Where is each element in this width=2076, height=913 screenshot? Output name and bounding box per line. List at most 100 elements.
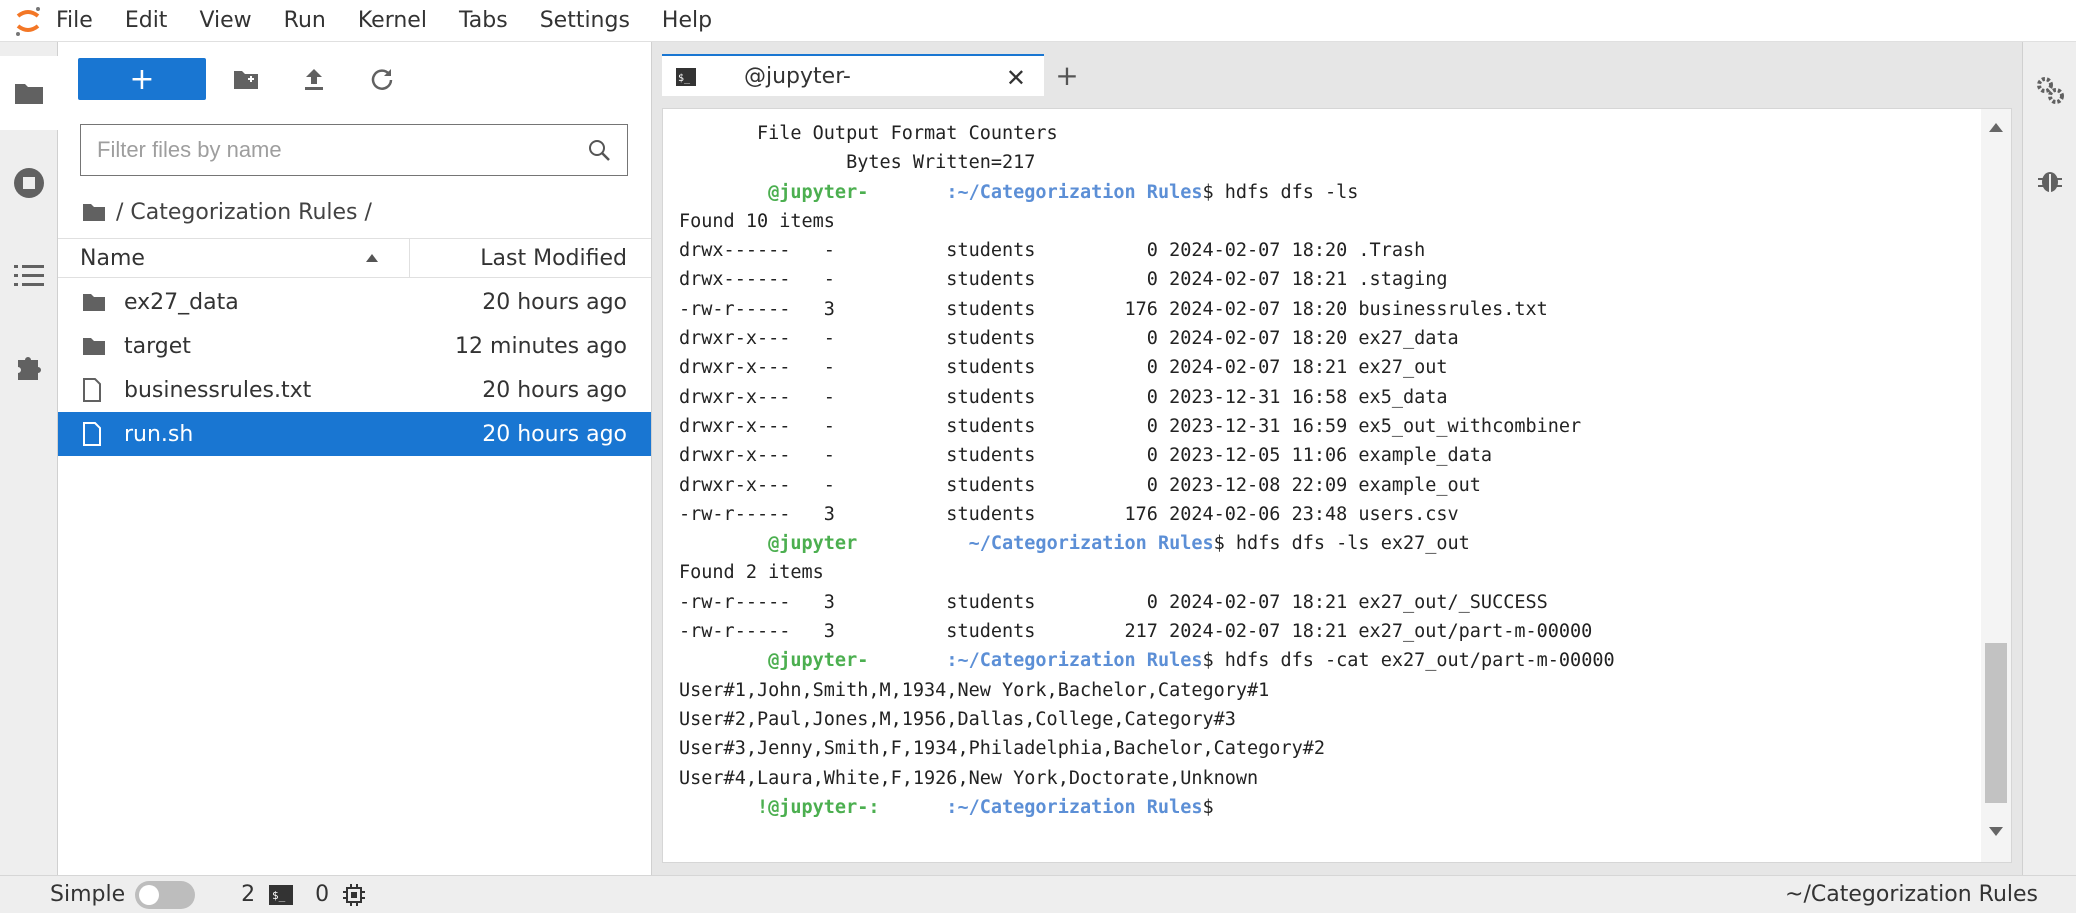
terminal-line: drwxr-x--- - students 0 2024-02-07 18:21…: [679, 357, 1448, 379]
property-inspector-tab[interactable]: [2023, 60, 2076, 120]
menu-edit[interactable]: Edit: [125, 8, 168, 33]
terminal-line: drwxr-x--- - students 0 2024-02-07 18:20…: [679, 328, 1459, 350]
file-icon: [82, 378, 118, 402]
menu-settings[interactable]: Settings: [540, 8, 630, 33]
kernels-status[interactable]: 0: [315, 882, 366, 907]
tab-terminal[interactable]: $_ @jupyter- ✕: [662, 54, 1044, 96]
new-folder-button[interactable]: [218, 58, 274, 100]
terminal-line: drwxr-x--- - students 0 2023-12-31 16:59…: [679, 415, 1582, 437]
file-name: ex27_data: [124, 289, 239, 315]
file-filter-input[interactable]: [97, 137, 579, 163]
terminal-line: Found 10 items: [679, 210, 835, 232]
folder-icon[interactable]: [82, 202, 106, 222]
file-modified: 20 hours ago: [482, 421, 627, 447]
folder-icon: [82, 292, 118, 312]
terminal-line: drwxr-x--- - students 0 2023-12-08 22:09…: [679, 474, 1481, 496]
file-browser-tab[interactable]: [0, 56, 58, 130]
file-item-businessrules[interactable]: businessrules.txt 20 hours ago: [58, 368, 651, 412]
status-bar: Simple 2 $_ 0 ~/Categorization Rules: [0, 875, 2076, 913]
tab-title: @jupyter-: [744, 63, 851, 89]
gears-icon: [2037, 77, 2064, 104]
add-tab-button[interactable]: +: [1046, 54, 1088, 96]
breadcrumb-path[interactable]: / Categorization Rules /: [116, 200, 372, 225]
file-list: ex27_data 20 hours ago target 12 minutes…: [58, 280, 651, 456]
main-dock-area: $_ @jupyter- ✕ + File Output Format Coun…: [652, 42, 2022, 875]
terminal-line: @jupyter- :~/Categorization Rules$ hdfs …: [679, 178, 1615, 207]
terminal-line: @jupyter ~/Categorization Rules$ hdfs df…: [679, 529, 1615, 558]
terminal-icon: $_: [676, 68, 696, 86]
terminal-line: @jupyter- :~/Categorization Rules$ hdfs …: [679, 646, 1615, 675]
refresh-button[interactable]: [354, 58, 410, 100]
column-last-modified[interactable]: Last Modified: [410, 246, 651, 271]
extension-manager-tab[interactable]: [0, 330, 58, 404]
file-list-header: Name Last Modified: [58, 238, 651, 278]
left-sidebar-rail: [0, 42, 58, 875]
prompt-user: @jupyter: [679, 533, 858, 555]
file-name: businessrules.txt: [124, 377, 312, 403]
file-item-ex27-data[interactable]: ex27_data 20 hours ago: [58, 280, 651, 324]
menu-help[interactable]: Help: [662, 8, 712, 33]
terminal-icon: $_: [269, 884, 294, 905]
terminal-scrollbar[interactable]: [1981, 109, 2011, 862]
folder-icon: [15, 84, 43, 104]
terminal-line: -rw-r----- 3 students 0 2024-02-07 18:21…: [679, 591, 1548, 613]
svg-text:$_: $_: [272, 889, 286, 902]
new-folder-icon: [234, 71, 258, 89]
simple-mode-label: Simple: [50, 882, 126, 907]
file-name: run.sh: [124, 421, 194, 447]
prompt-user: @jupyter-: [679, 181, 869, 203]
terminal-line: -rw-r----- 3 students 217 2024-02-07 18:…: [679, 621, 1593, 643]
terminals-status[interactable]: 2 $_: [241, 882, 294, 907]
prompt-command: $: [1202, 796, 1225, 818]
toggle-knob: [139, 884, 160, 905]
stop-circle-icon: [14, 168, 44, 198]
running-sessions-tab[interactable]: [0, 146, 58, 220]
puzzle-icon: [18, 357, 41, 380]
current-path: ~/Categorization Rules: [1785, 882, 2038, 907]
kernels-count: 0: [315, 882, 330, 907]
file-item-target[interactable]: target 12 minutes ago: [58, 324, 651, 368]
terminal-line: Found 2 items: [679, 562, 824, 584]
upload-icon: [305, 69, 323, 90]
terminal-line: User#4,Laura,White,F,1926,New York,Docto…: [679, 767, 1259, 789]
terminal-panel[interactable]: File Output Format Counters Bytes Writte…: [662, 108, 2012, 863]
right-sidebar-rail: [2022, 42, 2076, 875]
column-name[interactable]: Name: [58, 239, 410, 277]
file-browser-panel: + / Categorization Rules / Name Last Mod…: [58, 42, 652, 875]
tab-close-icon[interactable]: ✕: [1006, 64, 1026, 92]
file-modified: 20 hours ago: [482, 289, 627, 315]
scroll-down-icon[interactable]: [1989, 827, 2003, 836]
file-icon: [82, 422, 118, 446]
new-launcher-button[interactable]: +: [78, 58, 206, 100]
upload-button[interactable]: [286, 58, 342, 100]
terminal-line: drwxr-x--- - students 0 2023-12-05 11:06…: [679, 445, 1493, 467]
menu-view[interactable]: View: [199, 8, 251, 33]
menu-tabs[interactable]: Tabs: [459, 8, 508, 33]
scroll-up-icon[interactable]: [1989, 123, 2003, 132]
file-filter-field[interactable]: [80, 124, 628, 176]
debugger-tab[interactable]: [2023, 150, 2076, 210]
menu-file[interactable]: File: [56, 8, 93, 33]
terminal-line: -rw-r----- 3 students 176 2024-02-06 23:…: [679, 503, 1459, 525]
terminal-line: drwx------ - students 0 2024-02-07 18:20…: [679, 240, 1426, 262]
prompt-command: $ hdfs dfs -cat ex27_out/part-m-00000: [1202, 650, 1615, 672]
menu-kernel[interactable]: Kernel: [358, 8, 427, 33]
sort-ascending-icon: [366, 254, 378, 262]
simple-mode-toggle[interactable]: [135, 880, 196, 909]
menu-run[interactable]: Run: [284, 8, 326, 33]
prompt-user: @jupyter-: [679, 650, 869, 672]
prompt-path: :~/Categorization Rules: [868, 650, 1203, 672]
terminal-line: !@jupyter-: :~/Categorization Rules$: [679, 793, 1615, 822]
prompt-path: :~/Categorization Rules: [868, 181, 1203, 203]
table-of-contents-tab[interactable]: [0, 238, 58, 312]
file-item-run-sh[interactable]: run.sh 20 hours ago: [58, 412, 651, 456]
tab-bar: $_ @jupyter- ✕ +: [662, 54, 1088, 96]
terminal-output[interactable]: File Output Format Counters Bytes Writte…: [679, 119, 1615, 822]
terminal-line: User#2,Paul,Jones,M,1956,Dallas,College,…: [679, 708, 1236, 730]
svg-text:$_: $_: [678, 73, 691, 84]
terminal-line: drwxr-x--- - students 0 2023-12-31 16:58…: [679, 386, 1448, 408]
scrollbar-thumb[interactable]: [1985, 643, 2007, 803]
list-icon: [14, 265, 44, 286]
terminal-line: -rw-r----- 3 students 176 2024-02-07 18:…: [679, 298, 1548, 320]
breadcrumb: / Categorization Rules /: [82, 192, 372, 232]
